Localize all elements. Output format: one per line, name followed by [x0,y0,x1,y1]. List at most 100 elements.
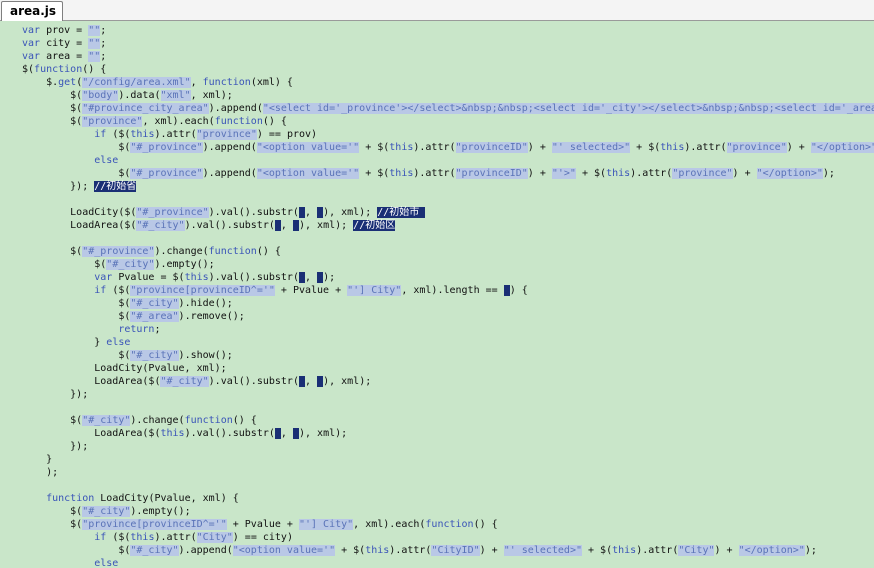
code-text: $. [22,77,59,88]
code-text: ) { [509,285,528,296]
keyword-token: function [425,519,474,530]
string-token: "<option value='" [256,142,360,153]
code-text: ).val().substr( [208,207,299,218]
keyword-token: this [612,545,637,556]
code-text: ).data( [118,90,161,101]
keyword-token: function [208,246,257,257]
code-text: ).attr( [389,545,432,556]
code-text: ), xml); [299,428,348,439]
code-line: }); //初始省 [22,180,874,193]
code-text: }); [22,181,95,192]
code-line: $("#_city").hide(); [22,297,874,310]
code-line: LoadCity($("#_province").val().substr(0,… [22,206,874,219]
string-token: "#_area" [130,311,179,322]
code-text: + $( [630,142,661,153]
code-content: var prov = ""; var city = ""; var area = "… [22,24,874,568]
code-line: LoadArea($(this).val().substr(0, 4), xml… [22,427,874,440]
string-token: "<option value='" [256,168,360,179]
code-text: , [305,272,318,283]
string-token: "</option>" [756,168,823,179]
code-text: area = [40,51,89,62]
code-editor[interactable]: var prov = ""; var city = ""; var area = "… [0,21,874,568]
string-token: "City" [678,545,715,556]
string-token: "province" [82,116,143,127]
code-text: ($( [106,285,131,296]
code-text: $( [22,545,131,556]
keyword-token: var [22,51,41,62]
code-line: $(function() { [22,63,874,76]
code-line: var area = ""; [22,50,874,63]
code-text: ).append( [178,545,233,556]
code-line: var prov = ""; [22,24,874,37]
keyword-token: return [118,324,155,335]
code-text: + Pvalue + [226,519,299,530]
code-text: ); [22,467,59,478]
code-text: () { [262,116,287,127]
code-line: $("#_city").change(function() { [22,414,874,427]
string-token: "province[provinceID^='" [130,285,275,296]
code-line: $("province", xml).each(function() { [22,115,874,128]
code-text: $( [22,168,131,179]
code-line: $.get("/config/area.xml", function(xml) … [22,76,874,89]
code-line: $("#_province").change(function() { [22,245,874,258]
editor-gutter [0,21,16,568]
keyword-token: else [106,337,131,348]
code-text: $( [22,103,83,114]
code-text: , [305,376,318,387]
code-text: LoadCity($( [22,207,137,218]
code-text: ), xml); [298,220,354,231]
string-token: "province[provinceID^='" [82,519,227,530]
keyword-token: var [22,38,41,49]
code-text: ).attr( [636,545,679,556]
keyword-token: if [94,532,107,543]
code-line: var Pvalue = $(this).val().substr(0, 2); [22,271,874,284]
code-text: ) + [732,168,757,179]
code-text: LoadCity(Pvalue, xml); [22,363,227,374]
code-line: } else [22,336,874,349]
keyword-token: this [606,168,631,179]
string-token: "provinceID" [455,142,528,153]
code-line: LoadArea($("#_city").val().substr(0, 4),… [22,375,874,388]
string-token: "#province_city_area" [82,103,209,114]
string-token: "provinceID" [455,168,528,179]
string-token: "#_city" [136,220,185,231]
string-token: "#_city" [130,298,179,309]
string-token: "' selected>" [503,545,582,556]
code-text: $( [22,519,83,530]
code-text: ).append( [202,142,257,153]
code-line: $("#_province").append("<option value='"… [22,141,874,154]
code-text: }); [22,441,89,452]
code-text: ; [154,324,161,335]
code-text: , xml).each( [142,116,215,127]
keyword-token: get [58,77,77,88]
code-text: ) + [786,142,811,153]
string-token: "province" [672,168,733,179]
string-token: "province" [726,142,787,153]
code-text: $( [22,64,35,75]
code-text: + $( [359,142,390,153]
code-line: $("#_area").remove(); [22,310,874,323]
keyword-token: var [22,25,41,36]
string-token: "" [88,25,101,36]
code-text: , [280,428,293,439]
code-text: ).attr( [413,168,456,179]
string-token: "<option value='" [232,545,336,556]
keyword-token: function [214,116,263,127]
code-text: ).val().substr( [208,376,299,387]
comment-token: //初始省 [94,181,137,192]
string-token: "'>" [551,168,576,179]
code-text: + $( [582,545,613,556]
code-text: ).change( [154,246,209,257]
code-text: $( [22,350,131,361]
code-text: ), xml); [323,376,372,387]
code-text: , [280,220,293,231]
code-line: $("#_province").append("<option value='"… [22,167,874,180]
keyword-token: else [94,155,119,166]
tab-area-js[interactable]: area.js [1,1,64,21]
keyword-token: this [184,272,209,283]
